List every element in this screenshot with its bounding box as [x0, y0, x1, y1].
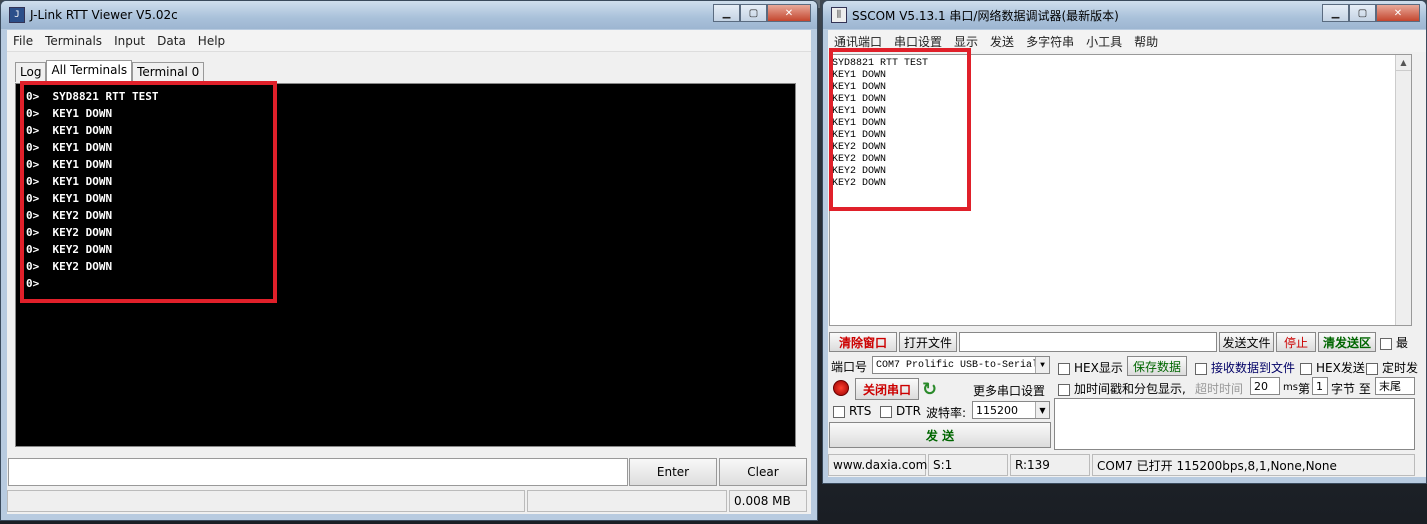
open-file-button[interactable]: 打开文件	[899, 332, 957, 352]
more-settings-link[interactable]: 更多串口设置	[973, 382, 1045, 399]
menu-display[interactable]: 显示	[948, 33, 984, 50]
enter-button[interactable]: Enter	[629, 458, 717, 486]
menu-multistring[interactable]: 多字符串	[1020, 33, 1080, 50]
checkbox-box[interactable]	[833, 405, 845, 418]
recv-to-file-checkbox[interactable]: 接收数据到文件	[1195, 359, 1295, 376]
rts-label: RTS	[849, 404, 872, 418]
hex-display-label: HEX显示	[1074, 361, 1123, 375]
status-pane	[527, 490, 727, 512]
clear-button[interactable]: Clear	[719, 458, 807, 486]
byte-label: 字节 至	[1331, 382, 1371, 396]
vertical-scrollbar[interactable]: ▲	[1395, 55, 1411, 325]
checkbox-box[interactable]	[1366, 362, 1378, 375]
menu-help[interactable]: Help	[192, 34, 231, 48]
status-received: R:139	[1010, 454, 1090, 476]
status-port: COM7 已打开 115200bps,8,1,None,None	[1092, 454, 1415, 476]
jlink-tabs: Log All Terminals Terminal 0	[15, 60, 205, 83]
clear-window-button[interactable]: 清除窗口	[829, 332, 897, 352]
checkbox-box[interactable]	[1058, 383, 1070, 396]
timeout-label: 超时时间	[1195, 382, 1244, 396]
status-size: 0.008 MB	[729, 490, 807, 512]
baud-select[interactable]: 115200 ▼	[972, 401, 1050, 419]
jlink-titlebar[interactable]: J J-Link RTT Viewer V5.02c ▁ ▢ ✕	[1, 1, 817, 29]
sscom-title: SSCOM V5.13.1 串口/网络数据调试器(最新版本)	[852, 8, 1119, 23]
stop-button[interactable]: 停止	[1276, 332, 1316, 352]
rts-checkbox[interactable]: RTS	[833, 404, 871, 418]
hex-send-label: HEX发送	[1316, 361, 1365, 375]
port-value: COM7 Prolific USB-to-Serial	[876, 359, 1039, 371]
maximize-button[interactable]: ▢	[740, 4, 767, 22]
maximize-button[interactable]: ▢	[1349, 4, 1376, 22]
jlink-title: J-Link RTT Viewer V5.02c	[30, 8, 178, 22]
clear-send-button[interactable]: 清发送区	[1318, 332, 1376, 352]
highlight-box	[829, 48, 971, 211]
baud-value: 115200	[976, 403, 1018, 417]
port-label: 端口号	[831, 360, 868, 374]
sscom-app-icon: ⫼	[831, 7, 847, 23]
sscom-titlebar[interactable]: ⫼ SSCOM V5.13.1 串口/网络数据调试器(最新版本) ▁ ▢ ✕	[823, 1, 1426, 29]
status-pane	[7, 490, 525, 512]
refresh-icon[interactable]: ↻	[922, 379, 937, 400]
status-sent: S:1	[928, 454, 1008, 476]
timeout-input[interactable]: 20	[1250, 377, 1280, 395]
end-value: 末尾	[1379, 380, 1401, 393]
file-path-input[interactable]	[959, 332, 1217, 352]
checkbox-box[interactable]	[1380, 337, 1392, 350]
menu-file[interactable]: File	[7, 34, 39, 48]
send-button[interactable]: 发 送	[829, 422, 1051, 448]
jlink-statusbar: 0.008 MB	[7, 490, 807, 512]
send-input[interactable]	[1054, 398, 1415, 450]
last-checkbox[interactable]: 最	[1380, 334, 1408, 351]
recv-to-file-label: 接收数据到文件	[1211, 361, 1296, 375]
menu-help[interactable]: 帮助	[1128, 33, 1164, 50]
menu-port[interactable]: 通讯端口	[828, 33, 888, 50]
port-status-icon	[833, 380, 849, 396]
close-button[interactable]: ✕	[767, 4, 811, 22]
timestamp-checkbox[interactable]: 加时间戳和分包显示,	[1058, 380, 1186, 397]
menu-serial-settings[interactable]: 串口设置	[888, 33, 948, 50]
dtr-label: DTR	[896, 404, 921, 418]
checkbox-box[interactable]	[1058, 362, 1070, 375]
minimize-button[interactable]: ▁	[713, 4, 740, 22]
jlink-menubar: File Terminals Input Data Help	[7, 30, 811, 52]
tab-log[interactable]: Log	[15, 62, 47, 82]
nth-label: 第	[1298, 382, 1311, 396]
close-button[interactable]: ✕	[1376, 4, 1420, 22]
scroll-up-icon[interactable]: ▲	[1396, 55, 1411, 71]
save-data-button[interactable]: 保存数据	[1127, 356, 1187, 376]
ms-label: ms	[1283, 382, 1298, 393]
jlink-app-icon: J	[9, 7, 25, 23]
send-file-button[interactable]: 发送文件	[1219, 332, 1274, 352]
checkbox-box[interactable]	[880, 405, 892, 418]
menu-data[interactable]: Data	[151, 34, 192, 48]
chevron-down-icon[interactable]: ▼	[1035, 402, 1049, 418]
nth-input[interactable]: 1	[1312, 377, 1328, 395]
menu-tools[interactable]: 小工具	[1080, 33, 1128, 50]
hex-send-checkbox[interactable]: HEX发送	[1300, 359, 1365, 376]
menu-input[interactable]: Input	[108, 34, 151, 48]
highlight-box	[20, 81, 277, 303]
menu-terminals[interactable]: Terminals	[39, 34, 108, 48]
end-select[interactable]: 末尾	[1375, 377, 1415, 395]
dtr-checkbox[interactable]: DTR	[880, 404, 921, 418]
close-port-button[interactable]: 关闭串口	[855, 378, 919, 400]
tab-all-terminals[interactable]: All Terminals	[46, 60, 133, 83]
hex-display-checkbox[interactable]: HEX显示	[1058, 359, 1123, 376]
checkbox-box[interactable]	[1195, 362, 1207, 375]
menu-send[interactable]: 发送	[984, 33, 1020, 50]
status-site: www.daxia.com	[828, 454, 927, 476]
jlink-input-row: Enter Clear	[7, 458, 807, 486]
last-label: 最	[1396, 336, 1409, 350]
terminal-input[interactable]	[8, 458, 628, 486]
checkbox-box[interactable]	[1300, 362, 1312, 375]
baud-label: 波特率:	[926, 406, 967, 420]
timestamp-label: 加时间戳和分包显示,	[1074, 382, 1186, 396]
tab-terminal-0[interactable]: Terminal 0	[132, 62, 205, 82]
minimize-button[interactable]: ▁	[1322, 4, 1349, 22]
timed-send-label: 定时发	[1382, 361, 1419, 375]
timed-send-checkbox[interactable]: 定时发	[1366, 359, 1418, 376]
port-select[interactable]: COM7 Prolific USB-to-Serial ▼	[872, 356, 1050, 374]
chevron-down-icon[interactable]: ▼	[1035, 357, 1049, 373]
